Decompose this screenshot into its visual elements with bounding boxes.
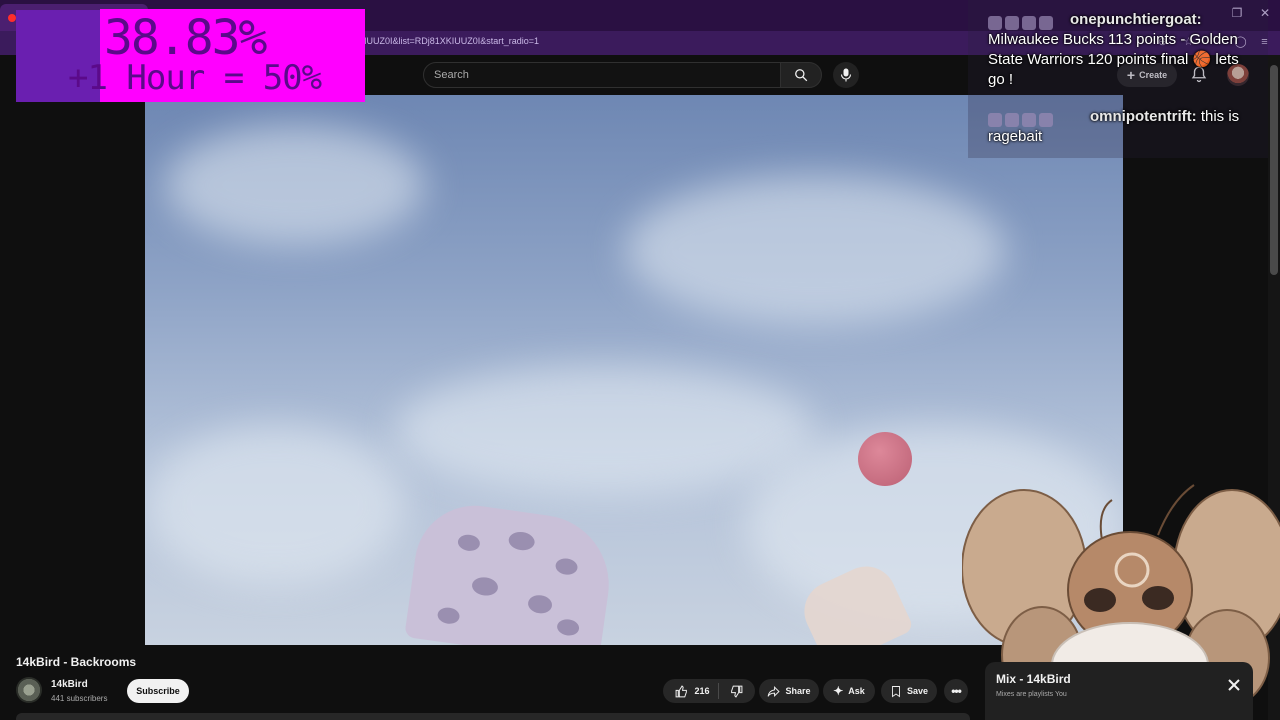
close-icon[interactable]	[1226, 677, 1242, 693]
search-button[interactable]	[780, 62, 822, 88]
search-box[interactable]	[423, 62, 781, 88]
save-label: Save	[906, 686, 929, 696]
search-input[interactable]	[434, 63, 764, 87]
thumbs-up-icon	[676, 684, 688, 697]
ask-label: Ask	[848, 686, 865, 696]
bookmark-save-icon	[892, 685, 900, 697]
bucket-hat-image	[404, 498, 618, 645]
basketball-image	[858, 432, 912, 486]
subscriber-count: 441 subscribers	[51, 694, 108, 703]
chat-badges	[988, 110, 1086, 128]
chat-username: onepunchtiergoat:	[1070, 11, 1202, 28]
ask-button[interactable]: ✦ Ask	[823, 679, 875, 703]
channel-name[interactable]: 14kBird	[51, 679, 88, 690]
mix-title: Mix - 14kBird	[996, 672, 1071, 686]
scrollbar-thumb[interactable]	[1270, 65, 1278, 275]
share-label: Share	[785, 686, 811, 696]
more-actions-button[interactable]: •••	[944, 679, 968, 703]
like-dislike-group: 216	[663, 679, 755, 703]
video-cloud	[625, 175, 1005, 325]
like-button[interactable]: 216	[675, 683, 719, 699]
share-icon	[768, 685, 781, 697]
more-dots-icon: •••	[951, 684, 962, 698]
video-title: 14kBird - Backrooms	[16, 655, 137, 669]
share-button[interactable]: Share	[759, 679, 819, 703]
voice-search-button[interactable]	[833, 62, 859, 88]
video-cloud	[395, 365, 815, 495]
search-icon	[795, 69, 808, 82]
subscribe-button[interactable]: Subscribe	[127, 679, 189, 703]
stat-subtitle: +1 Hour = 50%	[68, 58, 322, 98]
sparkle-icon: ✦	[833, 684, 844, 698]
chat-text: Milwaukee Bucks 113 points - Golden Stat…	[988, 31, 1239, 88]
like-count: 216	[694, 686, 710, 696]
thumbs-down-icon[interactable]	[730, 685, 743, 698]
microphone-icon	[840, 68, 852, 82]
save-button[interactable]: Save	[881, 679, 937, 703]
mix-subtitle: Mixes are playlists You	[996, 691, 1067, 698]
chat-username: omnipotentrift:	[1090, 108, 1197, 125]
chat-message: onepunchtiergoat: Milwaukee Bucks 113 po…	[988, 10, 1258, 90]
url-text[interactable]: IUUZ0I&list=RDj81XKIUUZ0I&start_radio=1	[364, 36, 539, 46]
chat-badges	[988, 13, 1066, 31]
youtube-favicon-icon	[8, 14, 16, 22]
chat-message: omnipotentrift: this is ragebait	[988, 107, 1258, 147]
video-cloud	[145, 425, 405, 585]
description-box[interactable]	[16, 713, 970, 720]
channel-avatar[interactable]	[16, 677, 42, 703]
video-cloud	[165, 125, 425, 245]
